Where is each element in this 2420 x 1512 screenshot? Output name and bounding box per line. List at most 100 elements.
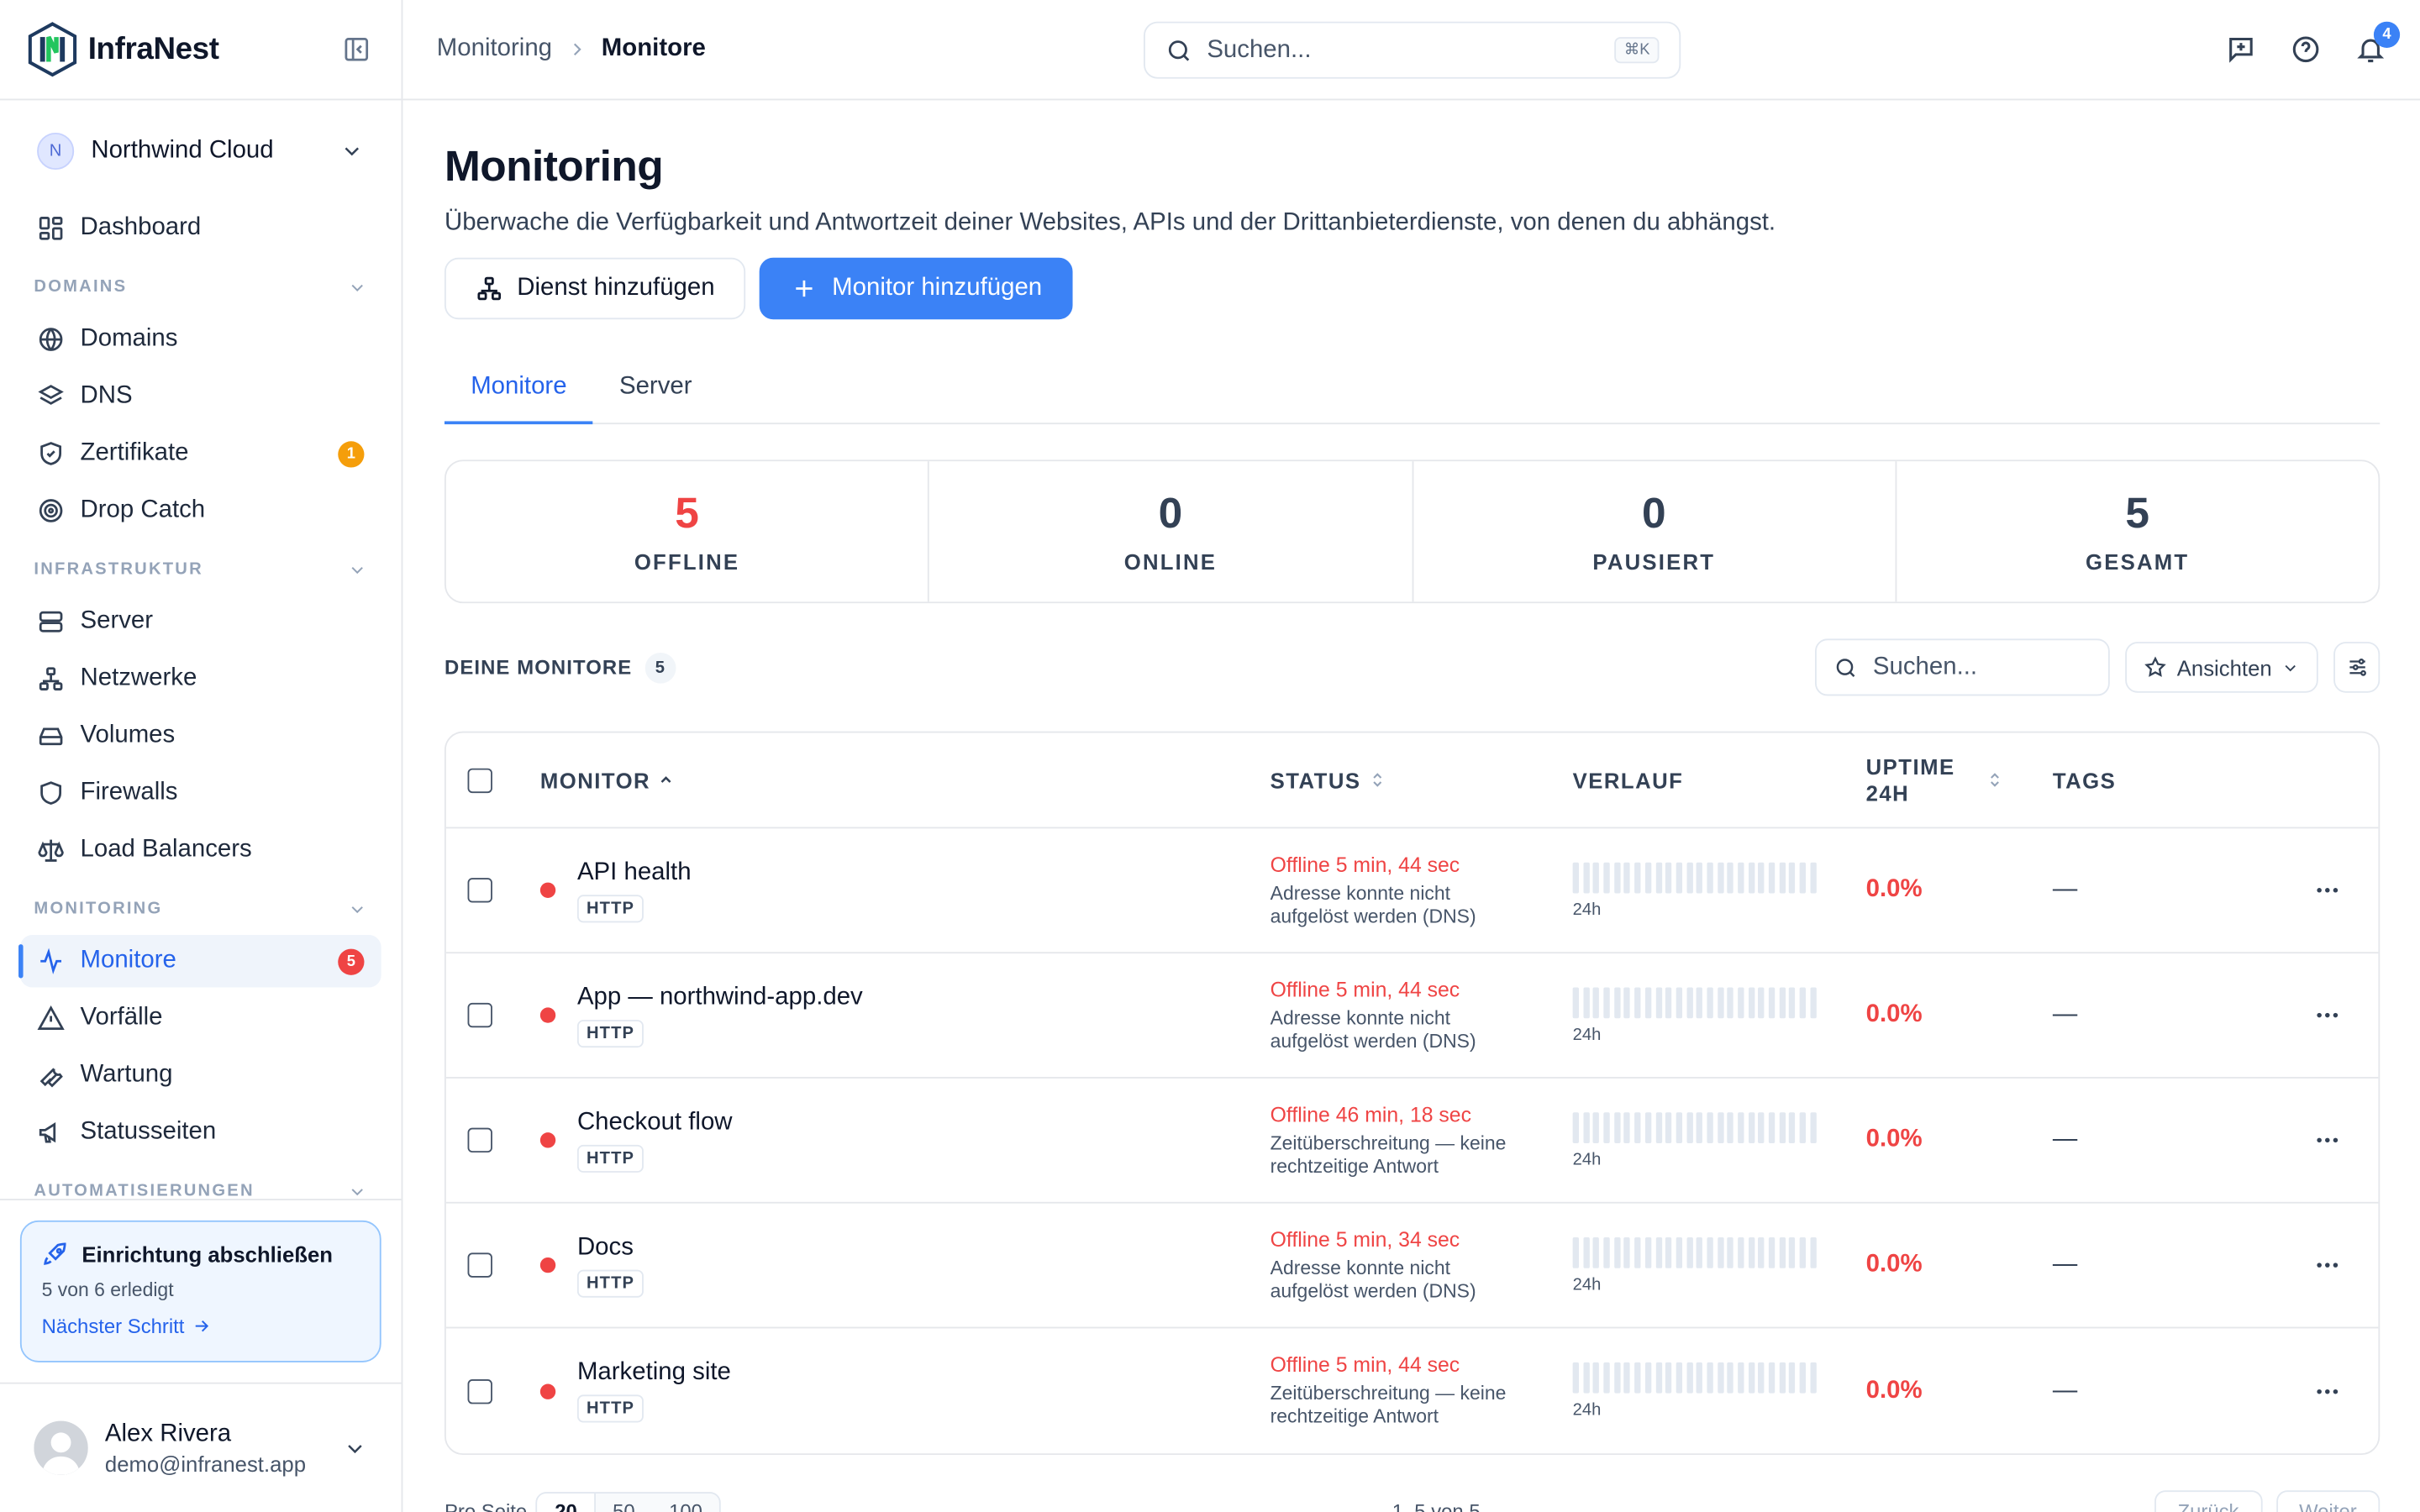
row-checkbox[interactable]	[467, 1002, 492, 1028]
tab-server[interactable]: Server	[593, 354, 718, 423]
stat-total[interactable]: 5 GESAMT	[1897, 461, 2379, 601]
monitor-search-input[interactable]: Suchen...	[1814, 638, 2109, 696]
history-bar	[1686, 1111, 1693, 1143]
tags-value: —	[2052, 1377, 2078, 1404]
monitor-cell: API health HTTP	[539, 858, 1270, 922]
history-bar	[1644, 986, 1651, 1018]
sidebar-item-server[interactable]: Server	[20, 596, 381, 648]
table-footer: Pro Seite 20 50 100 1–5 von 5 Zurück Wei…	[445, 1489, 2381, 1512]
sidebar-item-dns[interactable]: DNS	[20, 370, 381, 423]
infranest-logo-icon[interactable]	[26, 22, 78, 77]
sidebar-item-networks[interactable]: Netzwerke	[20, 653, 381, 705]
user-menu[interactable]: Alex Rivera demo@infranest.app	[0, 1382, 402, 1512]
sidebar-item-drop-catch[interactable]: Drop Catch	[20, 485, 381, 537]
history-bar	[1758, 986, 1765, 1018]
status-detail-line: Adresse konnte nicht	[1270, 1257, 1451, 1278]
org-switcher[interactable]: N Northwind Cloud	[0, 100, 402, 202]
monitor-name[interactable]: App — northwind-app.dev	[577, 984, 863, 1011]
section-monitoring[interactable]: MONITORING	[34, 885, 367, 932]
history-bar	[1613, 1111, 1621, 1143]
history-bar	[1624, 1236, 1631, 1268]
history-bar	[1603, 861, 1610, 893]
more-icon[interactable]	[2313, 1252, 2341, 1279]
row-checkbox[interactable]	[467, 1378, 492, 1404]
topbar: Monitoring Monitore Suchen... ⌘K 4	[402, 0, 2420, 101]
add-service-button[interactable]: Dienst hinzufügen	[444, 257, 746, 320]
col-status[interactable]: STATUS	[1270, 768, 1573, 792]
history-bars	[1572, 1236, 1866, 1268]
notifications-button[interactable]: 4	[2355, 21, 2401, 65]
sidebar-item-label: DNS	[80, 382, 133, 409]
table-row[interactable]: App — northwind-app.dev HTTP Offline 5 m…	[445, 953, 2379, 1079]
section-domains[interactable]: DOMAINS	[34, 264, 367, 310]
sidebar-item-firewalls[interactable]: Firewalls	[20, 767, 381, 819]
feedback-icon[interactable]	[2226, 34, 2257, 65]
org-avatar: N	[37, 132, 75, 171]
stat-offline[interactable]: 5 OFFLINE	[446, 461, 930, 602]
prev-page-button[interactable]: Zurück	[2154, 1489, 2263, 1512]
monitor-name[interactable]: Docs	[577, 1233, 644, 1261]
history-bar	[1593, 1236, 1600, 1268]
history-bar	[1603, 1111, 1610, 1143]
tab-monitors[interactable]: Monitore	[444, 354, 594, 425]
more-icon[interactable]	[2313, 1126, 2341, 1154]
monitor-name[interactable]: Checkout flow	[577, 1109, 733, 1137]
sidebar-item-incidents[interactable]: Vorfälle	[20, 992, 381, 1044]
history-bar	[1727, 986, 1734, 1018]
breadcrumb-current: Monitore	[601, 35, 706, 62]
table-row[interactable]: Checkout flow HTTP Offline 46 min, 18 se…	[445, 1079, 2379, 1204]
status-detail: Zeitüberschreitung — keine rechtzeitige A…	[1270, 1383, 1573, 1429]
history-bar	[1707, 861, 1713, 893]
history-bar	[1697, 1236, 1703, 1268]
history-bar	[1665, 1111, 1672, 1143]
sidebar-item-domains[interactable]: Domains	[20, 313, 381, 365]
col-uptime[interactable]: UPTIME 24H	[1866, 753, 2053, 806]
next-step-link[interactable]: Nächster Schritt	[42, 1315, 360, 1337]
next-page-button[interactable]: Weiter	[2275, 1489, 2381, 1512]
stat-paused[interactable]: 0 PAUSIERT	[1413, 461, 1897, 602]
sidebar-item-status-pages[interactable]: Statusseiten	[20, 1106, 381, 1158]
select-all-checkbox[interactable]	[467, 767, 492, 793]
sidebar-item-monitors[interactable]: Monitore 5	[18, 935, 381, 988]
row-checkbox[interactable]	[467, 1127, 492, 1153]
table-row[interactable]: API health HTTP Offline 5 min, 44 sec Ad…	[445, 828, 2379, 954]
add-monitor-button[interactable]: Monitor hinzufügen	[759, 257, 1073, 320]
sidebar-collapse-icon[interactable]	[343, 35, 371, 63]
sidebar-item-maintenance[interactable]: Wartung	[20, 1049, 381, 1101]
more-icon[interactable]	[2313, 1377, 2341, 1404]
history-bar	[1582, 1236, 1590, 1268]
status-cell: Offline 5 min, 44 sec Adresse konnte nic…	[1270, 853, 1573, 928]
status-cell: Offline 5 min, 44 sec Zeitüberschreitung…	[1270, 1353, 1573, 1429]
global-search[interactable]: Suchen... ⌘K	[1144, 21, 1681, 79]
sidebar-item-load-balancers[interactable]: Load Balancers	[20, 824, 381, 876]
views-dropdown[interactable]: Ansichten	[2124, 642, 2318, 693]
section-label: MONITORING	[34, 899, 163, 918]
row-checkbox[interactable]	[467, 1252, 492, 1278]
rocket-icon	[44, 1242, 66, 1265]
status-detail-line: Zeitüberschreitung — keine	[1270, 1131, 1507, 1153]
table-row[interactable]: Marketing site HTTP Offline 5 min, 44 se…	[446, 1328, 2379, 1453]
status-dot	[539, 882, 556, 898]
monitor-name[interactable]: Marketing site	[577, 1359, 731, 1387]
col-monitor[interactable]: MONITOR	[540, 768, 1270, 792]
chevron-down-icon	[345, 147, 359, 156]
column-settings-button[interactable]	[2333, 642, 2381, 693]
row-checkbox[interactable]	[467, 878, 492, 903]
history-bar	[1697, 986, 1703, 1018]
monitor-name[interactable]: API health	[577, 858, 692, 886]
history-bar	[1613, 986, 1621, 1018]
sidebar-item-volumes[interactable]: Volumes	[20, 710, 381, 762]
per-page-option[interactable]: 100	[652, 1493, 719, 1512]
history-bar	[1686, 986, 1693, 1018]
more-icon[interactable]	[2313, 1001, 2341, 1029]
table-row[interactable]: Docs HTTP Offline 5 min, 34 sec Adresse …	[445, 1204, 2379, 1329]
help-icon[interactable]	[2291, 34, 2322, 65]
sidebar-item-certificates[interactable]: Zertifikate 1	[20, 428, 381, 480]
more-icon[interactable]	[2313, 876, 2341, 904]
per-page-option[interactable]: 50	[596, 1493, 652, 1512]
section-infrastructure[interactable]: INFRASTRUKTUR	[34, 546, 367, 592]
per-page-option[interactable]: 20	[538, 1493, 596, 1512]
sidebar-item-dashboard[interactable]: Dashboard	[20, 202, 381, 255]
stat-online[interactable]: 0 ONLINE	[929, 461, 1413, 602]
breadcrumb-parent[interactable]: Monitoring	[437, 35, 552, 63]
